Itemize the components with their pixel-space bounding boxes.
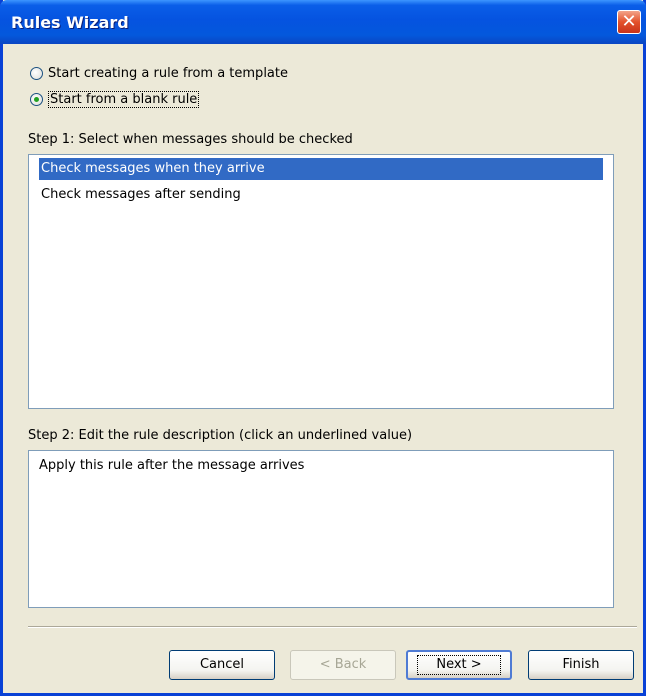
back-button[interactable]: < Back	[290, 650, 396, 680]
radio-template[interactable]	[30, 66, 43, 80]
radio-blank[interactable]	[30, 92, 43, 106]
next-button[interactable]: Next >	[406, 650, 512, 680]
list-item[interactable]: Check messages when they arrive	[39, 158, 603, 180]
finish-button[interactable]: Finish	[528, 650, 634, 680]
rule-description: Apply this rule after the message arrive…	[39, 458, 305, 473]
step2-description-box[interactable]: Apply this rule after the message arrive…	[28, 450, 614, 608]
title-bar[interactable]: Rules Wizard ✕	[0, 0, 646, 44]
list-item[interactable]: Check messages after sending	[39, 184, 241, 206]
cancel-button[interactable]: Cancel	[169, 650, 275, 680]
radio-blank-option[interactable]: Start from a blank rule	[30, 89, 200, 109]
step2-label: Step 2: Edit the rule description (click…	[28, 428, 413, 443]
next-button-label: Next >	[417, 655, 501, 675]
window-title: Rules Wizard	[11, 13, 129, 32]
radio-blank-label: Start from a blank rule	[48, 90, 200, 108]
radio-template-label: Start creating a rule from a template	[48, 65, 288, 81]
button-separator	[28, 626, 637, 628]
radio-template-option[interactable]: Start creating a rule from a template	[30, 63, 288, 83]
rules-wizard-window: Rules Wizard ✕ Start creating a rule fro…	[0, 0, 646, 696]
step1-label: Step 1: Select when messages should be c…	[28, 132, 353, 147]
close-icon[interactable]: ✕	[617, 10, 641, 34]
step1-listbox[interactable]: Check messages when they arrive Check me…	[28, 154, 614, 409]
